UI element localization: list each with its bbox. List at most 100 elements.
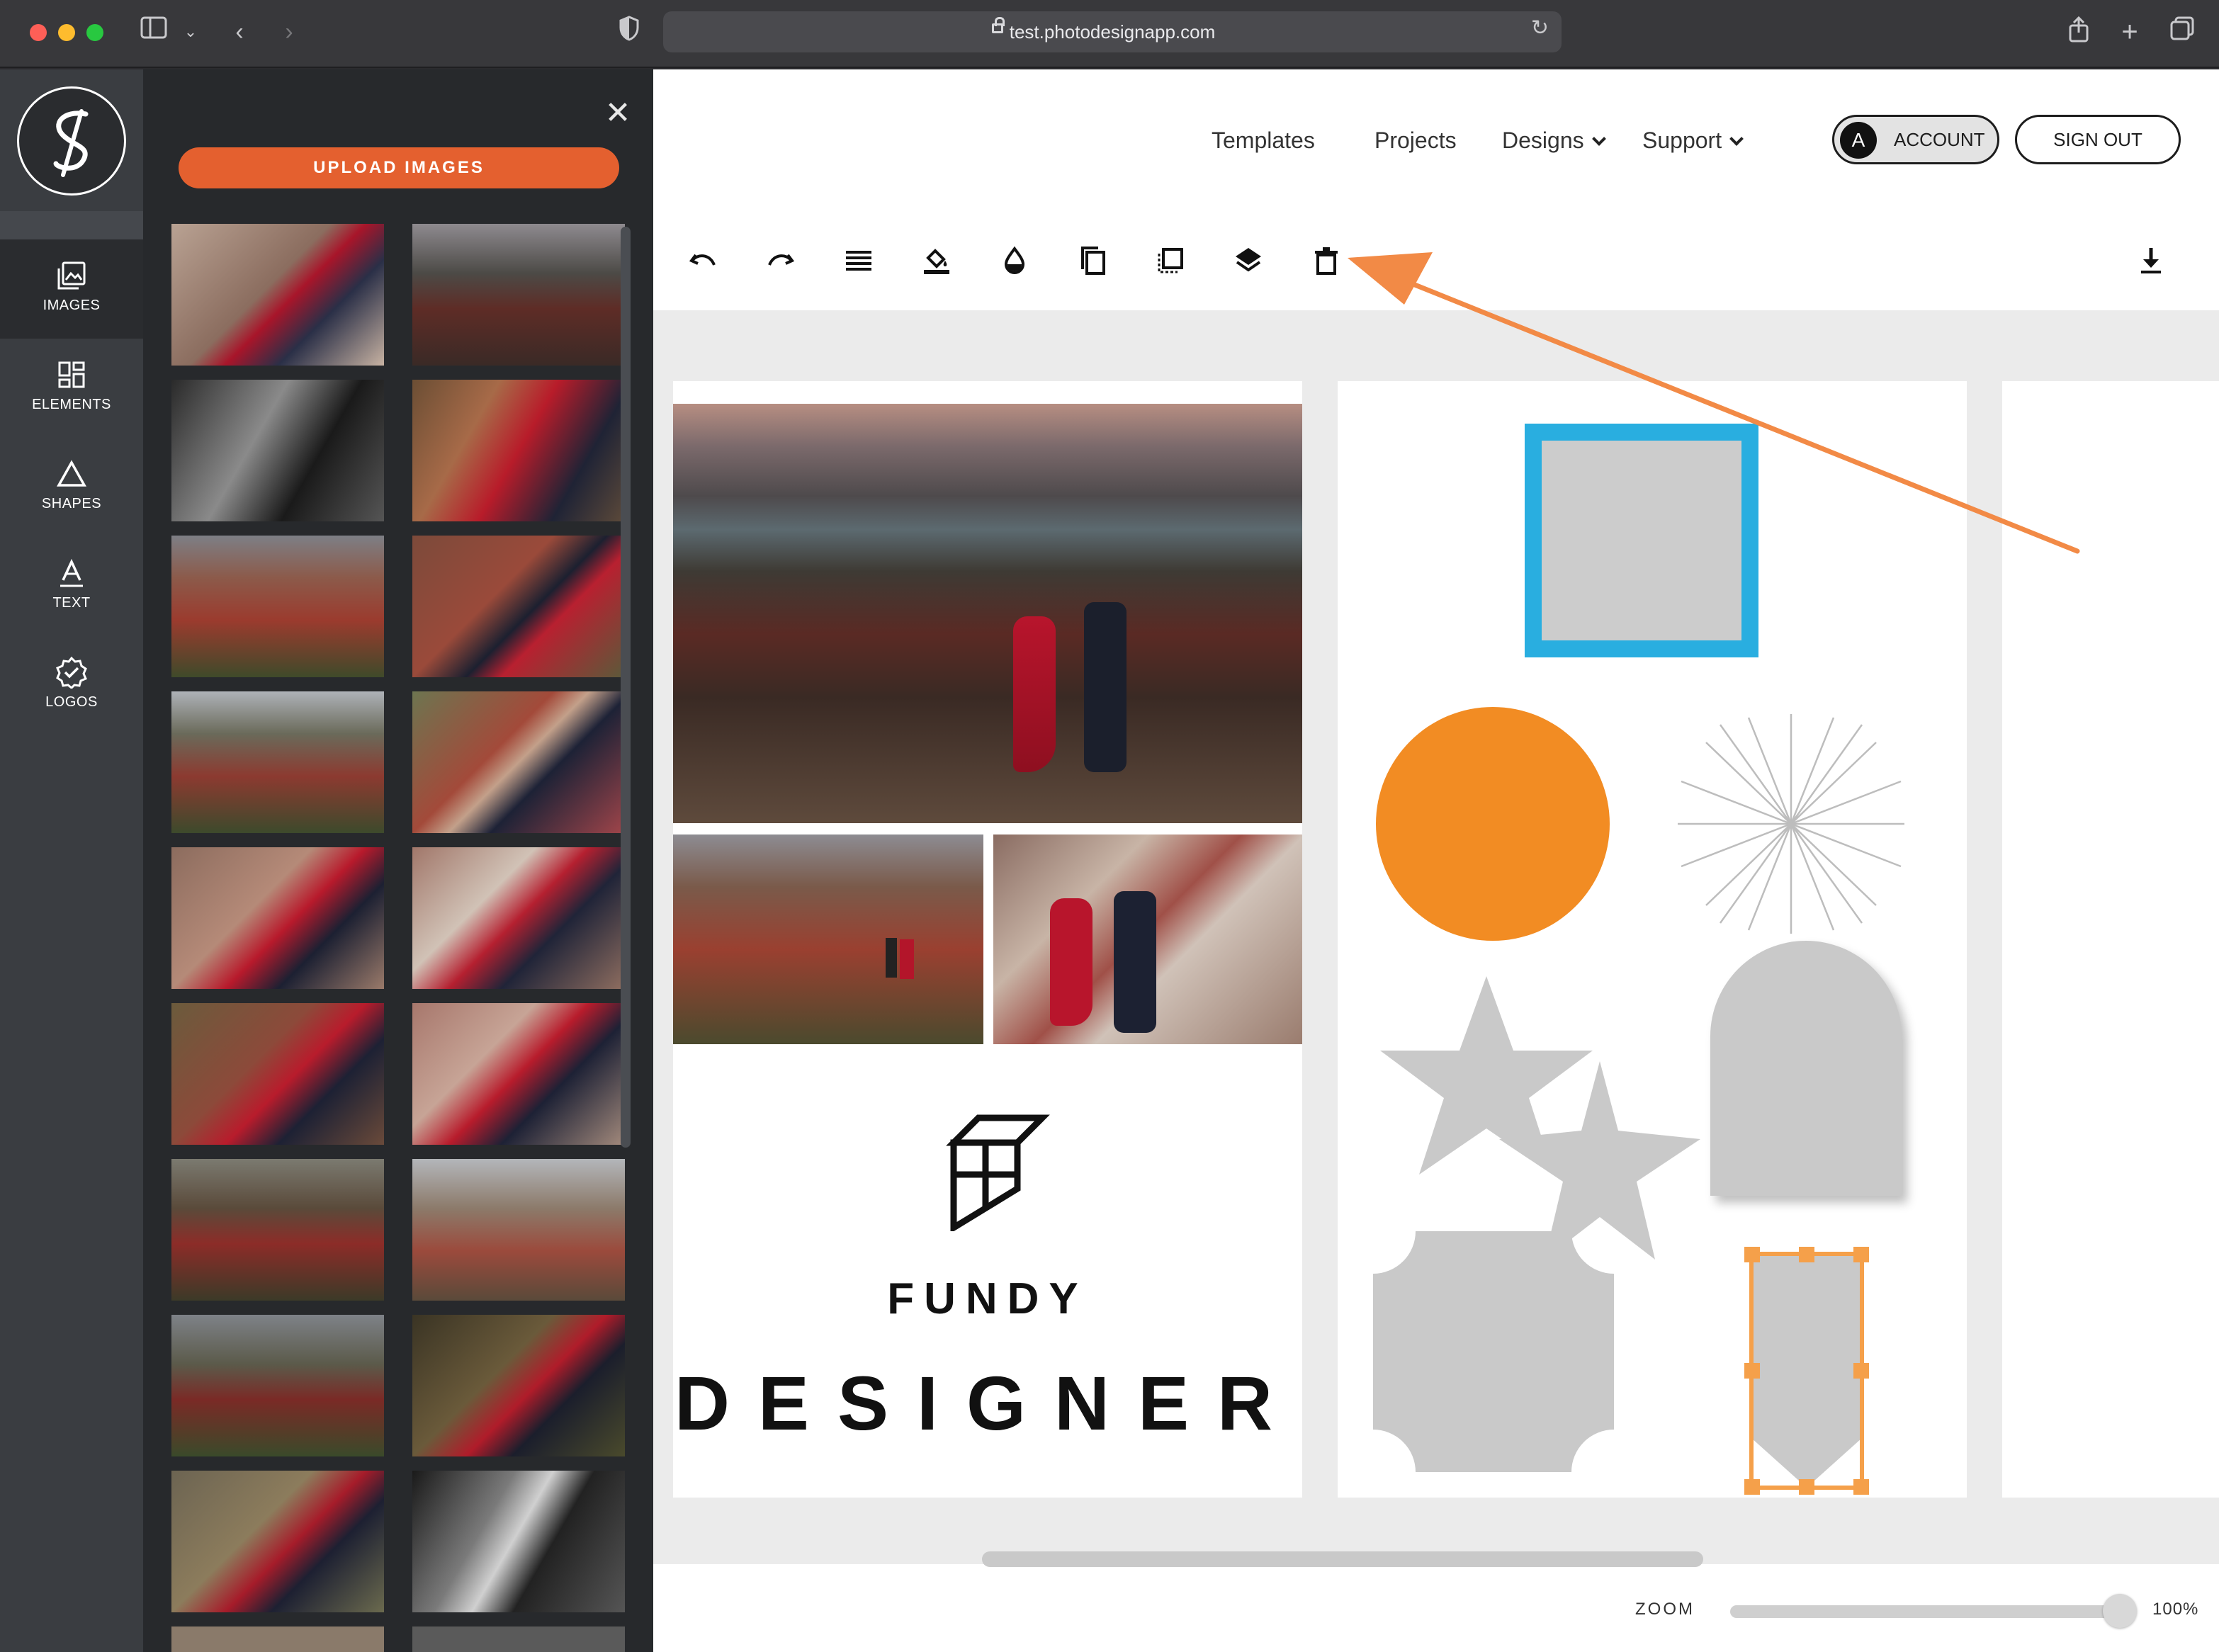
image-thumbnail[interactable] xyxy=(412,1626,625,1652)
selected-pennant-shape[interactable] xyxy=(1744,1247,1869,1495)
rail-label-images: IMAGES xyxy=(43,298,101,313)
sidebar-toggle-icon[interactable] xyxy=(139,16,170,48)
fill-icon[interactable] xyxy=(915,239,958,282)
image-thumbnail[interactable] xyxy=(412,847,625,989)
starburst-shape[interactable] xyxy=(1678,714,1904,934)
photo-figure xyxy=(1050,898,1092,1026)
images-icon xyxy=(57,261,86,290)
top-nav: Templates Projects Designs Support xyxy=(653,112,1801,169)
back-icon[interactable]: ‹ xyxy=(225,16,254,48)
rail-label-elements: ELEMENTS xyxy=(32,397,111,412)
download-icon[interactable] xyxy=(2130,239,2172,282)
undo-icon[interactable] xyxy=(682,239,724,282)
zoom-slider-track[interactable] xyxy=(1730,1605,2124,1618)
resize-handle[interactable] xyxy=(1853,1363,1869,1379)
nav-support[interactable]: Support xyxy=(1642,112,1744,169)
canvas-scrollbar[interactable] xyxy=(982,1551,1703,1567)
photo-figure xyxy=(1084,602,1127,772)
chevron-down-icon xyxy=(1729,132,1744,146)
resize-handle[interactable] xyxy=(1853,1479,1869,1495)
image-thumbnail[interactable] xyxy=(412,691,625,833)
duplicate-icon[interactable] xyxy=(1071,239,1114,282)
image-thumbnail[interactable] xyxy=(171,224,384,366)
image-thumbnail[interactable] xyxy=(412,1471,625,1612)
minimize-window-button[interactable] xyxy=(58,24,75,41)
rail-label-text: TEXT xyxy=(52,595,91,611)
image-thumbnail[interactable] xyxy=(171,1315,384,1456)
brand-text-designer[interactable]: DESIGNER xyxy=(673,1359,1302,1447)
image-thumbnail[interactable] xyxy=(171,536,384,677)
app-logo[interactable] xyxy=(17,86,126,196)
resize-handle[interactable] xyxy=(1744,1363,1760,1379)
new-tab-icon[interactable]: + xyxy=(2114,16,2145,48)
rail-item-elements[interactable]: ELEMENTS xyxy=(0,339,143,438)
image-thumbnail[interactable] xyxy=(412,1315,625,1456)
hero-photo[interactable] xyxy=(673,404,1302,823)
logos-icon xyxy=(56,656,87,689)
sign-out-button[interactable]: SIGN OUT xyxy=(2015,115,2181,164)
close-window-button[interactable] xyxy=(30,24,47,41)
reload-icon[interactable]: ↻ xyxy=(1531,16,1549,40)
images-panel: ✕ UPLOAD IMAGES xyxy=(143,69,653,1652)
photo-left[interactable] xyxy=(673,835,983,1044)
close-icon[interactable]: ✕ xyxy=(602,98,633,129)
account-label: ACCOUNT xyxy=(1894,129,1985,150)
zoom-slider-thumb[interactable] xyxy=(2103,1594,2137,1628)
rail-label-logos: LOGOS xyxy=(45,694,98,710)
star-shape[interactable] xyxy=(1373,976,1706,1274)
tab-overview-icon[interactable] xyxy=(2167,16,2198,48)
tool-rail: IMAGES ELEMENTS SHAPES TEXT LOGOS xyxy=(0,69,143,1652)
align-icon[interactable] xyxy=(837,239,880,282)
rail-item-images[interactable]: IMAGES xyxy=(0,239,143,339)
rail-item-logos[interactable]: LOGOS xyxy=(0,636,143,735)
arch-shape[interactable] xyxy=(1710,941,1902,1196)
annotation-arrow xyxy=(1348,252,2080,554)
crop-icon[interactable] xyxy=(1149,239,1192,282)
nav-designs[interactable]: Designs xyxy=(1502,112,1606,169)
design-page[interactable]: FUNDY DESIGNER xyxy=(673,381,1302,1498)
nav-projects[interactable]: Projects xyxy=(1374,112,1457,169)
panel-scrollbar[interactable] xyxy=(621,227,631,1148)
zoom-label: ZOOM xyxy=(1635,1600,1695,1619)
nav-templates[interactable]: Templates xyxy=(1212,112,1315,169)
resize-handle[interactable] xyxy=(1744,1247,1760,1262)
image-thumbnail[interactable] xyxy=(412,1003,625,1145)
brand-text-fundy[interactable]: FUNDY xyxy=(673,1274,1302,1324)
resize-handle[interactable] xyxy=(1744,1479,1760,1495)
resize-handle[interactable] xyxy=(1799,1247,1814,1262)
rail-item-shapes[interactable]: SHAPES xyxy=(0,438,143,537)
redo-icon[interactable] xyxy=(760,239,802,282)
photo-right[interactable] xyxy=(993,835,1302,1044)
image-thumbnail[interactable] xyxy=(171,691,384,833)
account-button[interactable]: A ACCOUNT xyxy=(1832,115,1999,164)
chevron-down-icon xyxy=(1591,132,1606,146)
editor-main: Templates Projects Designs Support A ACC… xyxy=(653,69,2219,1652)
upload-images-button[interactable]: UPLOAD IMAGES xyxy=(179,147,619,188)
opacity-icon[interactable] xyxy=(993,239,1036,282)
image-thumbnail[interactable] xyxy=(171,380,384,521)
image-thumbnail[interactable] xyxy=(412,536,625,677)
layers-icon[interactable] xyxy=(1227,239,1270,282)
photo-figure xyxy=(1013,616,1056,772)
photo-figure xyxy=(900,939,914,979)
privacy-shield-icon[interactable] xyxy=(614,16,645,48)
resize-handle[interactable] xyxy=(1853,1247,1869,1262)
forward-icon[interactable]: › xyxy=(275,16,303,48)
address-bar[interactable]: test.photodesignapp.com ↻ xyxy=(663,11,1562,52)
chevron-down-icon[interactable]: ⌄ xyxy=(180,16,201,48)
image-thumbnail[interactable] xyxy=(171,1003,384,1145)
resize-handle[interactable] xyxy=(1799,1479,1814,1495)
image-thumbnail[interactable] xyxy=(412,1159,625,1301)
image-thumbnail[interactable] xyxy=(171,847,384,989)
ticket-shape[interactable] xyxy=(1373,1231,1614,1472)
image-thumbnail[interactable] xyxy=(171,1159,384,1301)
image-thumbnail[interactable] xyxy=(412,380,625,521)
maximize-window-button[interactable] xyxy=(86,24,103,41)
image-thumbnail[interactable] xyxy=(412,224,625,366)
share-icon[interactable] xyxy=(2063,16,2094,48)
image-thumbnail[interactable] xyxy=(171,1471,384,1612)
rail-item-text[interactable]: TEXT xyxy=(0,537,143,636)
image-thumbnail[interactable] xyxy=(171,1626,384,1652)
url-text: test.photodesignapp.com xyxy=(1009,21,1216,43)
circle-shape[interactable] xyxy=(1376,707,1610,941)
